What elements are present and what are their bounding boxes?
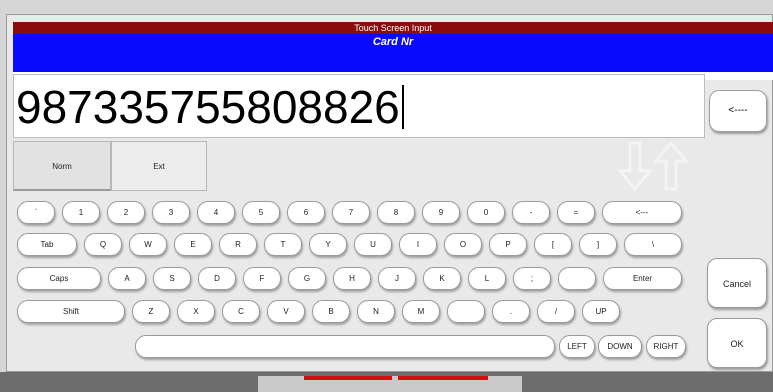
tab-norm[interactable]: Norm bbox=[13, 141, 111, 191]
key-z[interactable]: Z bbox=[132, 300, 170, 323]
key-a[interactable]: A bbox=[108, 267, 146, 290]
key-t[interactable]: T bbox=[264, 233, 302, 256]
key-space[interactable] bbox=[135, 335, 555, 358]
key-1[interactable]: 1 bbox=[62, 201, 100, 224]
direction-arrows bbox=[616, 141, 690, 191]
key-e[interactable]: E bbox=[174, 233, 212, 256]
key-2[interactable]: 2 bbox=[107, 201, 145, 224]
key-backspace[interactable]: <--- bbox=[602, 201, 682, 224]
key-m[interactable]: M bbox=[402, 300, 440, 323]
key-q[interactable]: Q bbox=[84, 233, 122, 256]
key-v[interactable]: V bbox=[267, 300, 305, 323]
key-tab[interactable]: Tab bbox=[17, 233, 77, 256]
key-period[interactable]: . bbox=[492, 300, 530, 323]
field-name-label: Card Nr bbox=[372, 36, 414, 48]
key-left-bracket[interactable]: [ bbox=[534, 233, 572, 256]
tab-ext[interactable]: Ext bbox=[111, 141, 207, 191]
bottom-bar bbox=[0, 372, 773, 392]
key-enter[interactable]: Enter bbox=[603, 267, 682, 290]
cancel-button[interactable]: Cancel bbox=[707, 258, 767, 308]
key-3[interactable]: 3 bbox=[152, 201, 190, 224]
key-comma[interactable] bbox=[447, 300, 485, 323]
key-0[interactable]: 0 bbox=[467, 201, 505, 224]
key-s[interactable]: S bbox=[153, 267, 191, 290]
key-j[interactable]: J bbox=[378, 267, 416, 290]
card-number-input[interactable]: 987335755808826 bbox=[13, 74, 705, 138]
ok-button[interactable]: OK bbox=[707, 318, 767, 368]
key-x[interactable]: X bbox=[177, 300, 215, 323]
key-backtick[interactable]: ` bbox=[17, 201, 55, 224]
key-g[interactable]: G bbox=[288, 267, 326, 290]
key-d[interactable]: D bbox=[198, 267, 236, 290]
down-arrow-icon bbox=[616, 141, 654, 191]
key-backslash[interactable]: \ bbox=[624, 233, 682, 256]
key-quote[interactable] bbox=[558, 267, 596, 290]
key-h[interactable]: H bbox=[333, 267, 371, 290]
key-9[interactable]: 9 bbox=[422, 201, 460, 224]
key-k[interactable]: K bbox=[423, 267, 461, 290]
key-shift[interactable]: Shift bbox=[17, 300, 125, 323]
window-title: Touch Screen Input bbox=[13, 22, 773, 34]
key-right[interactable]: RIGHT bbox=[646, 335, 686, 358]
key-8[interactable]: 8 bbox=[377, 201, 415, 224]
key-minus[interactable]: - bbox=[512, 201, 550, 224]
key-b[interactable]: B bbox=[312, 300, 350, 323]
input-value: 987335755808826 bbox=[16, 81, 400, 133]
key-r[interactable]: R bbox=[219, 233, 257, 256]
app-frame: Touch Screen Input Card Nr 9873357558088… bbox=[0, 0, 773, 392]
keyboard: ` 1 2 3 4 5 6 7 8 9 0 - = <--- Tab Q W E… bbox=[13, 191, 705, 371]
text-cursor bbox=[401, 85, 404, 129]
key-n[interactable]: N bbox=[357, 300, 395, 323]
key-right-bracket[interactable]: ] bbox=[579, 233, 617, 256]
key-i[interactable]: I bbox=[399, 233, 437, 256]
key-left[interactable]: LEFT bbox=[559, 335, 595, 358]
key-equals[interactable]: = bbox=[557, 201, 595, 224]
key-5[interactable]: 5 bbox=[242, 201, 280, 224]
key-c[interactable]: C bbox=[222, 300, 260, 323]
key-6[interactable]: 6 bbox=[287, 201, 325, 224]
key-7[interactable]: 7 bbox=[332, 201, 370, 224]
key-o[interactable]: O bbox=[444, 233, 482, 256]
key-y[interactable]: Y bbox=[309, 233, 347, 256]
key-l[interactable]: L bbox=[468, 267, 506, 290]
key-4[interactable]: 4 bbox=[197, 201, 235, 224]
field-name-bar: Card Nr bbox=[13, 34, 773, 72]
key-f[interactable]: F bbox=[243, 267, 281, 290]
key-p[interactable]: P bbox=[489, 233, 527, 256]
backspace-button[interactable]: <---- bbox=[709, 90, 767, 132]
key-semicolon[interactable]: ; bbox=[513, 267, 551, 290]
status-stripe bbox=[398, 376, 488, 380]
key-caps[interactable]: Caps bbox=[17, 267, 101, 290]
key-down[interactable]: DOWN bbox=[598, 335, 642, 358]
up-arrow-icon bbox=[652, 141, 690, 191]
status-stripe bbox=[304, 376, 392, 380]
key-slash[interactable]: / bbox=[537, 300, 575, 323]
key-u[interactable]: U bbox=[354, 233, 392, 256]
key-up[interactable]: UP bbox=[582, 300, 620, 323]
key-w[interactable]: W bbox=[129, 233, 167, 256]
